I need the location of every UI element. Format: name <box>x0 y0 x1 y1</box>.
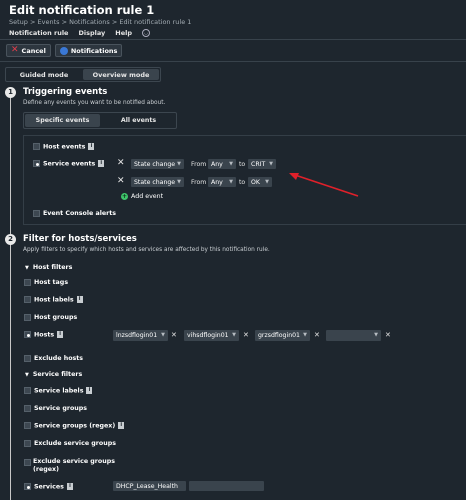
chevron-down-icon: ▼ <box>374 332 378 338</box>
hosts-checkbox[interactable] <box>24 331 31 338</box>
remove-host-icon[interactable]: ✕ <box>171 331 177 340</box>
host-select[interactable]: lnzsdflogin01 ▼ <box>113 330 168 341</box>
service-labels-checkbox[interactable] <box>24 387 31 394</box>
services-label: Services i <box>34 483 73 491</box>
step-2-marker: 2 <box>5 234 16 245</box>
service-labels-label: Service labels i <box>34 387 93 395</box>
remove-host-icon[interactable]: ✕ <box>314 331 320 340</box>
chevron-down-icon: ▼ <box>25 372 29 378</box>
service-filters-toggle[interactable]: ▼ Service filters <box>25 371 82 378</box>
host-labels-checkbox[interactable] <box>24 296 31 303</box>
service-groups-checkbox[interactable] <box>24 405 31 412</box>
exclude-service-groups-regex-checkbox[interactable] <box>24 459 31 466</box>
remove-host-icon[interactable]: ✕ <box>243 331 249 340</box>
host-groups-label: Host groups <box>34 314 78 321</box>
exclude-service-groups-regex-label: Exclude service groups <box>33 458 115 465</box>
host-tags-checkbox[interactable] <box>24 279 31 286</box>
info-icon[interactable]: i <box>86 387 93 394</box>
chevron-down-icon: ▼ <box>25 265 29 271</box>
filter-description: Apply filters to specify which hosts and… <box>23 247 270 253</box>
filter-title: Filter for hosts/services <box>23 234 137 244</box>
chevron-down-icon: ▼ <box>232 332 236 338</box>
host-select-empty[interactable]: ▼ <box>326 330 381 341</box>
service-pattern-input[interactable]: DHCP_Lease_Health <box>113 481 186 491</box>
services-checkbox[interactable] <box>24 483 31 490</box>
host-tags-label: Host tags <box>34 279 69 286</box>
exclude-service-groups-regex-label-2: (regex) <box>33 466 59 473</box>
info-icon[interactable]: i <box>57 331 64 338</box>
chevron-down-icon: ▼ <box>161 332 165 338</box>
exclude-service-groups-checkbox[interactable] <box>24 440 31 447</box>
service-groups-regex-checkbox[interactable] <box>24 422 31 429</box>
host-select[interactable]: vihsdflogin01 ▼ <box>184 330 239 341</box>
info-icon[interactable]: i <box>76 296 83 303</box>
service-groups-label: Service groups <box>34 405 88 412</box>
chevron-down-icon: ▼ <box>303 332 307 338</box>
host-filters-toggle[interactable]: ▼ Host filters <box>25 264 72 271</box>
remove-host-icon[interactable]: ✕ <box>385 331 391 340</box>
service-groups-regex-label: Service groups (regex) i <box>34 422 125 430</box>
service-pattern-input-empty[interactable] <box>189 481 264 491</box>
exclude-hosts-label: Exclude hosts <box>34 355 84 362</box>
info-icon[interactable]: i <box>118 422 125 429</box>
info-icon[interactable]: i <box>66 483 73 490</box>
host-labels-label: Host labels i <box>34 296 83 304</box>
host-groups-checkbox[interactable] <box>24 314 31 321</box>
host-select[interactable]: grzsdflogin01 ▼ <box>255 330 310 341</box>
exclude-hosts-checkbox[interactable] <box>24 355 31 362</box>
exclude-service-groups-label: Exclude service groups <box>34 440 116 447</box>
hosts-label: Hosts i <box>34 331 64 339</box>
